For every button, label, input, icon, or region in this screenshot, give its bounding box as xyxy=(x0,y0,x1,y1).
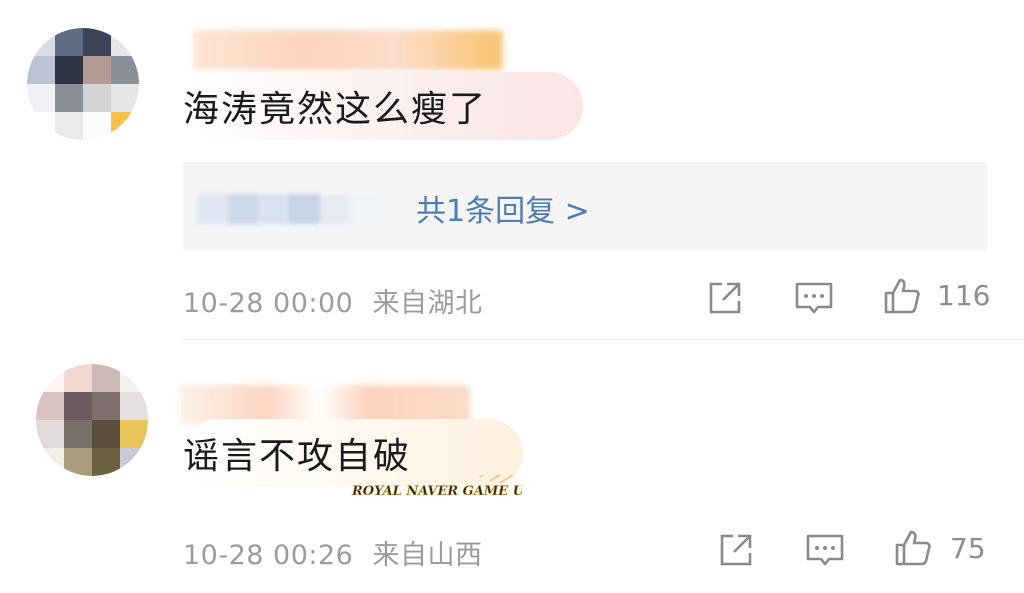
comment-icon[interactable] xyxy=(805,530,845,570)
avatar[interactable] xyxy=(36,364,148,476)
comment-meta: 10-28 00:26 来自山西 xyxy=(183,533,482,572)
like-count: 75 xyxy=(950,532,986,565)
comment-bubble: 海涛竟然这么瘦了 xyxy=(183,72,583,140)
location: 来自湖北 xyxy=(372,288,483,319)
share-icon[interactable] xyxy=(705,278,745,318)
avatar[interactable] xyxy=(27,28,139,140)
view-replies-link[interactable]: 共1条回复 > xyxy=(416,186,590,230)
bubble-decoration-logo: ROYAL NAVER GAME UP xyxy=(351,475,522,499)
comment-text: 海涛竟然这么瘦了 xyxy=(183,89,488,130)
svg-text:ROYAL NAVER GAME UP: ROYAL NAVER GAME UP xyxy=(351,484,522,499)
like-icon[interactable] xyxy=(893,528,933,568)
comment-meta: 10-28 00:00 来自湖北 xyxy=(183,281,482,320)
comment-text: 谣言不攻自破 xyxy=(183,436,412,477)
divider xyxy=(183,339,1024,340)
timestamp: 10-28 00:00 xyxy=(183,288,354,319)
comment-icon[interactable] xyxy=(794,278,834,318)
username-redacted[interactable] xyxy=(193,30,503,70)
like-count: 116 xyxy=(937,279,991,312)
timestamp: 10-28 00:26 xyxy=(183,540,354,571)
reply-author-redacted xyxy=(197,194,382,224)
share-icon[interactable] xyxy=(716,530,756,570)
location: 来自山西 xyxy=(372,540,483,571)
like-icon[interactable] xyxy=(882,276,922,316)
reply-preview[interactable]: 共1条回复 > xyxy=(183,162,987,251)
